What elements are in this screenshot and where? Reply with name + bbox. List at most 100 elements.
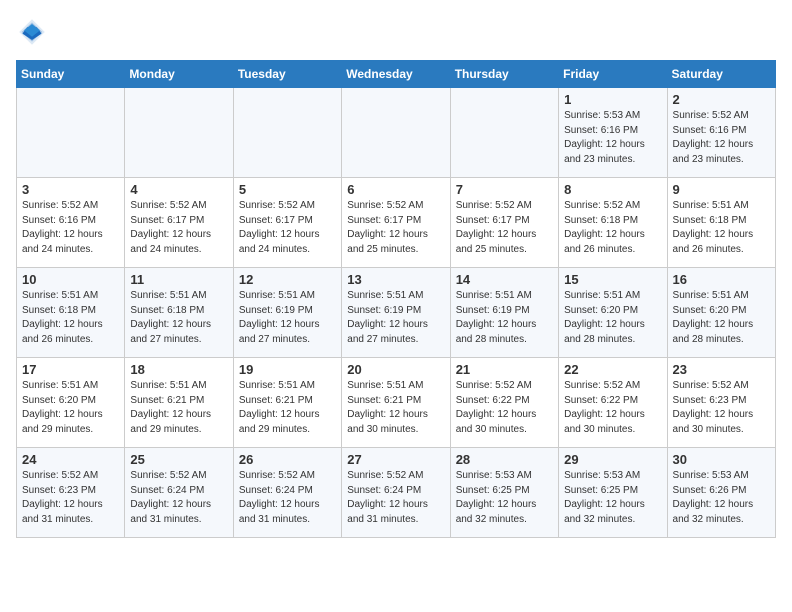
day-number: 23 bbox=[673, 362, 770, 377]
day-info: Sunrise: 5:52 AM Sunset: 6:23 PM Dayligh… bbox=[673, 379, 770, 437]
day-info: Sunrise: 5:51 AM Sunset: 6:20 PM Dayligh… bbox=[564, 289, 661, 347]
day-number: 29 bbox=[564, 452, 661, 467]
day-info: Sunrise: 5:51 AM Sunset: 6:21 PM Dayligh… bbox=[239, 379, 336, 437]
day-info: Sunrise: 5:51 AM Sunset: 6:18 PM Dayligh… bbox=[22, 289, 119, 347]
day-number: 15 bbox=[564, 272, 661, 287]
day-info: Sunrise: 5:52 AM Sunset: 6:17 PM Dayligh… bbox=[456, 199, 553, 257]
day-number: 8 bbox=[564, 182, 661, 197]
day-number: 10 bbox=[22, 272, 119, 287]
calendar-cell: 19 Sunrise: 5:51 AM Sunset: 6:21 PM Dayli… bbox=[233, 358, 341, 448]
day-number: 25 bbox=[130, 452, 227, 467]
day-info: Sunrise: 5:51 AM Sunset: 6:21 PM Dayligh… bbox=[130, 379, 227, 437]
day-info: Sunrise: 5:52 AM Sunset: 6:22 PM Dayligh… bbox=[564, 379, 661, 437]
day-number: 3 bbox=[22, 182, 119, 197]
day-info: Sunrise: 5:53 AM Sunset: 6:26 PM Dayligh… bbox=[673, 469, 770, 527]
calendar-cell: 7 Sunrise: 5:52 AM Sunset: 6:17 PM Daylig… bbox=[450, 178, 558, 268]
weekday-header: Friday bbox=[559, 61, 667, 88]
calendar-cell: 3Sunrise: 5:52 AM Sunset: 6:16 PM Daylig… bbox=[17, 178, 125, 268]
day-number: 21 bbox=[456, 362, 553, 377]
day-number: 12 bbox=[239, 272, 336, 287]
day-number: 9 bbox=[673, 182, 770, 197]
day-info: Sunrise: 5:52 AM Sunset: 6:18 PM Dayligh… bbox=[564, 199, 661, 257]
weekday-header: Sunday bbox=[17, 61, 125, 88]
day-info: Sunrise: 5:53 AM Sunset: 6:16 PM Dayligh… bbox=[564, 109, 661, 167]
day-number: 11 bbox=[130, 272, 227, 287]
weekday-header: Monday bbox=[125, 61, 233, 88]
calendar-cell: 30Sunrise: 5:53 AM Sunset: 6:26 PM Dayli… bbox=[667, 448, 775, 538]
day-info: Sunrise: 5:51 AM Sunset: 6:20 PM Dayligh… bbox=[22, 379, 119, 437]
calendar-cell bbox=[342, 88, 450, 178]
calendar-cell: 17 Sunrise: 5:51 AM Sunset: 6:20 PM Dayli… bbox=[17, 358, 125, 448]
calendar-week-row: 1 Sunrise: 5:53 AM Sunset: 6:16 PM Daylig… bbox=[17, 88, 776, 178]
calendar-cell: 2Sunrise: 5:52 AM Sunset: 6:16 PM Daylig… bbox=[667, 88, 775, 178]
day-number: 14 bbox=[456, 272, 553, 287]
day-info: Sunrise: 5:52 AM Sunset: 6:17 PM Dayligh… bbox=[347, 199, 444, 257]
calendar-cell: 1 Sunrise: 5:53 AM Sunset: 6:16 PM Daylig… bbox=[559, 88, 667, 178]
calendar-cell bbox=[125, 88, 233, 178]
calendar-cell: 25 Sunrise: 5:52 AM Sunset: 6:24 PM Dayli… bbox=[125, 448, 233, 538]
day-info: Sunrise: 5:52 AM Sunset: 6:24 PM Dayligh… bbox=[239, 469, 336, 527]
day-number: 20 bbox=[347, 362, 444, 377]
calendar-cell: 20 Sunrise: 5:51 AM Sunset: 6:21 PM Dayli… bbox=[342, 358, 450, 448]
day-info: Sunrise: 5:53 AM Sunset: 6:25 PM Dayligh… bbox=[456, 469, 553, 527]
calendar-cell: 28 Sunrise: 5:53 AM Sunset: 6:25 PM Dayli… bbox=[450, 448, 558, 538]
day-info: Sunrise: 5:51 AM Sunset: 6:19 PM Dayligh… bbox=[347, 289, 444, 347]
day-number: 19 bbox=[239, 362, 336, 377]
day-info: Sunrise: 5:51 AM Sunset: 6:18 PM Dayligh… bbox=[130, 289, 227, 347]
day-number: 17 bbox=[22, 362, 119, 377]
calendar-cell: 5Sunrise: 5:52 AM Sunset: 6:17 PM Daylig… bbox=[233, 178, 341, 268]
day-info: Sunrise: 5:53 AM Sunset: 6:25 PM Dayligh… bbox=[564, 469, 661, 527]
day-info: Sunrise: 5:52 AM Sunset: 6:24 PM Dayligh… bbox=[130, 469, 227, 527]
calendar-cell: 26 Sunrise: 5:52 AM Sunset: 6:24 PM Dayli… bbox=[233, 448, 341, 538]
calendar-cell bbox=[450, 88, 558, 178]
day-info: Sunrise: 5:51 AM Sunset: 6:18 PM Dayligh… bbox=[673, 199, 770, 257]
calendar-cell: 11 Sunrise: 5:51 AM Sunset: 6:18 PM Dayli… bbox=[125, 268, 233, 358]
day-number: 26 bbox=[239, 452, 336, 467]
day-number: 28 bbox=[456, 452, 553, 467]
calendar-cell: 8 Sunrise: 5:52 AM Sunset: 6:18 PM Daylig… bbox=[559, 178, 667, 268]
day-info: Sunrise: 5:51 AM Sunset: 6:21 PM Dayligh… bbox=[347, 379, 444, 437]
calendar-cell: 24 Sunrise: 5:52 AM Sunset: 6:23 PM Dayli… bbox=[17, 448, 125, 538]
calendar-cell: 22 Sunrise: 5:52 AM Sunset: 6:22 PM Dayli… bbox=[559, 358, 667, 448]
day-info: Sunrise: 5:51 AM Sunset: 6:19 PM Dayligh… bbox=[239, 289, 336, 347]
calendar-cell bbox=[233, 88, 341, 178]
day-info: Sunrise: 5:52 AM Sunset: 6:17 PM Dayligh… bbox=[130, 199, 227, 257]
day-info: Sunrise: 5:52 AM Sunset: 6:22 PM Dayligh… bbox=[456, 379, 553, 437]
day-number: 1 bbox=[564, 92, 661, 107]
calendar-cell: 29 Sunrise: 5:53 AM Sunset: 6:25 PM Dayli… bbox=[559, 448, 667, 538]
calendar-week-row: 3Sunrise: 5:52 AM Sunset: 6:16 PM Daylig… bbox=[17, 178, 776, 268]
day-number: 7 bbox=[456, 182, 553, 197]
calendar-cell: 27 Sunrise: 5:52 AM Sunset: 6:24 PM Dayli… bbox=[342, 448, 450, 538]
calendar-cell: 6 Sunrise: 5:52 AM Sunset: 6:17 PM Daylig… bbox=[342, 178, 450, 268]
day-number: 4 bbox=[130, 182, 227, 197]
calendar-header: SundayMondayTuesdayWednesdayThursdayFrid… bbox=[17, 61, 776, 88]
logo bbox=[16, 16, 52, 48]
weekday-header: Saturday bbox=[667, 61, 775, 88]
day-info: Sunrise: 5:52 AM Sunset: 6:23 PM Dayligh… bbox=[22, 469, 119, 527]
day-number: 6 bbox=[347, 182, 444, 197]
day-number: 16 bbox=[673, 272, 770, 287]
weekday-header: Wednesday bbox=[342, 61, 450, 88]
calendar-table: SundayMondayTuesdayWednesdayThursdayFrid… bbox=[16, 60, 776, 538]
day-number: 18 bbox=[130, 362, 227, 377]
calendar-cell: 10 Sunrise: 5:51 AM Sunset: 6:18 PM Dayli… bbox=[17, 268, 125, 358]
day-info: Sunrise: 5:51 AM Sunset: 6:20 PM Dayligh… bbox=[673, 289, 770, 347]
calendar-cell bbox=[17, 88, 125, 178]
weekday-header: Tuesday bbox=[233, 61, 341, 88]
weekday-header: Thursday bbox=[450, 61, 558, 88]
day-info: Sunrise: 5:51 AM Sunset: 6:19 PM Dayligh… bbox=[456, 289, 553, 347]
calendar-cell: 14 Sunrise: 5:51 AM Sunset: 6:19 PM Dayli… bbox=[450, 268, 558, 358]
day-number: 24 bbox=[22, 452, 119, 467]
calendar-cell: 21 Sunrise: 5:52 AM Sunset: 6:22 PM Dayli… bbox=[450, 358, 558, 448]
calendar-cell: 12 Sunrise: 5:51 AM Sunset: 6:19 PM Dayli… bbox=[233, 268, 341, 358]
day-info: Sunrise: 5:52 AM Sunset: 6:16 PM Dayligh… bbox=[673, 109, 770, 167]
calendar-cell: 16 Sunrise: 5:51 AM Sunset: 6:20 PM Dayli… bbox=[667, 268, 775, 358]
calendar-cell: 15 Sunrise: 5:51 AM Sunset: 6:20 PM Dayli… bbox=[559, 268, 667, 358]
calendar-week-row: 24 Sunrise: 5:52 AM Sunset: 6:23 PM Dayli… bbox=[17, 448, 776, 538]
day-number: 22 bbox=[564, 362, 661, 377]
day-info: Sunrise: 5:52 AM Sunset: 6:17 PM Dayligh… bbox=[239, 199, 336, 257]
calendar-cell: 13Sunrise: 5:51 AM Sunset: 6:19 PM Dayli… bbox=[342, 268, 450, 358]
day-info: Sunrise: 5:52 AM Sunset: 6:24 PM Dayligh… bbox=[347, 469, 444, 527]
logo-icon bbox=[16, 16, 48, 48]
day-number: 27 bbox=[347, 452, 444, 467]
